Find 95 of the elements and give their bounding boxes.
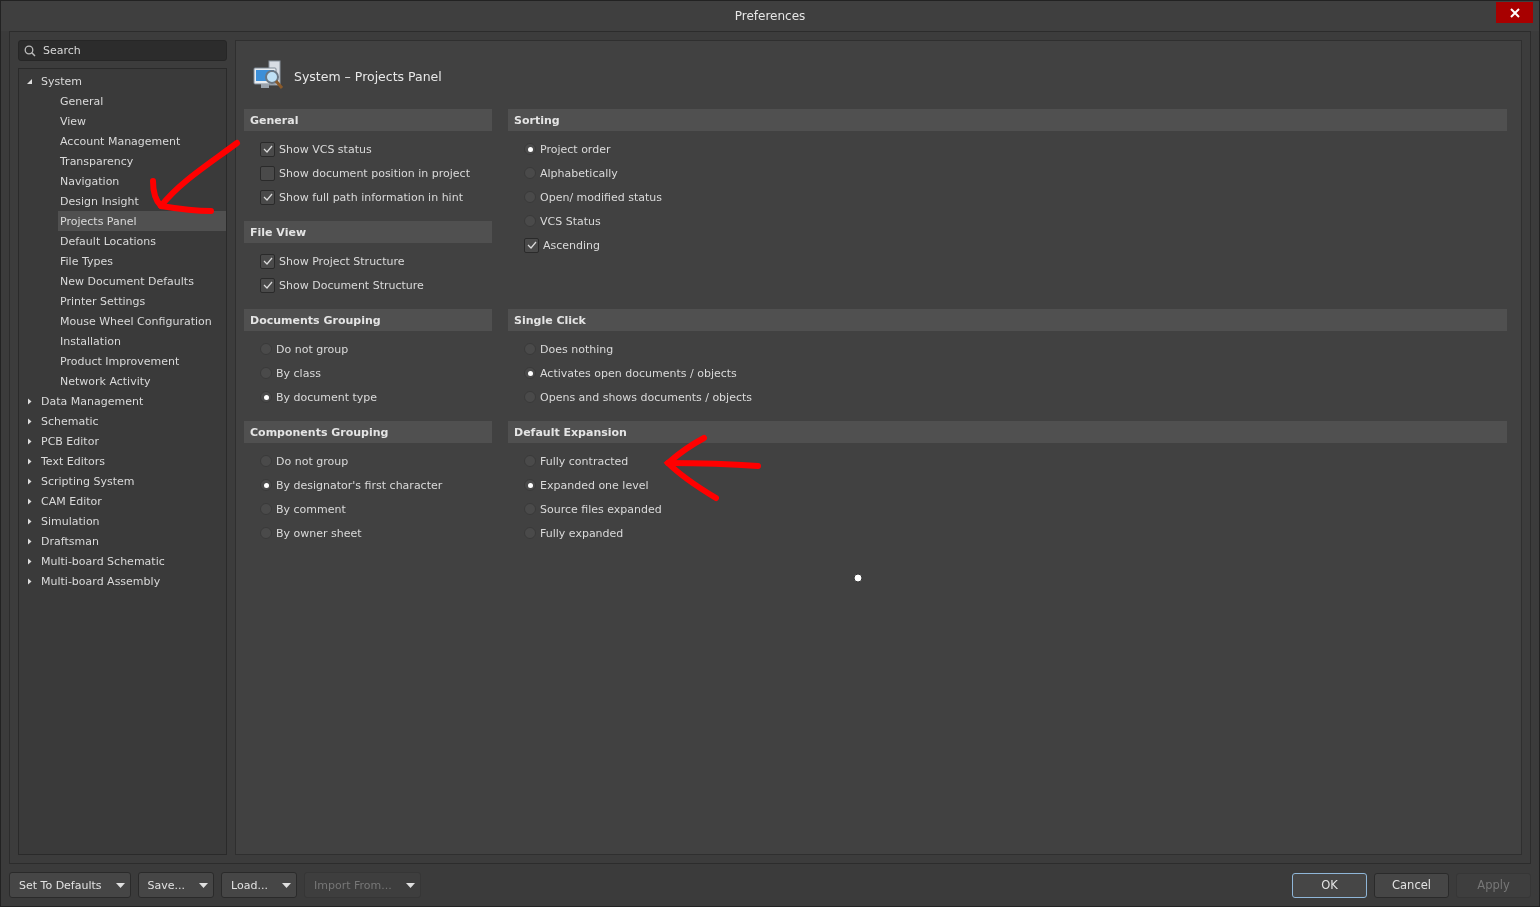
section-header: Default Expansion — [508, 421, 1507, 443]
close-button[interactable] — [1496, 2, 1533, 23]
radio-label[interactable]: Do not group — [276, 454, 349, 468]
tree-item[interactable]: Account Management — [58, 131, 226, 151]
checkbox-label[interactable]: Show document position in project — [279, 166, 470, 180]
radio-button[interactable] — [260, 391, 272, 403]
expand-triangle-icon — [26, 397, 33, 405]
checkbox-label[interactable]: Ascending — [543, 238, 601, 252]
checkbox[interactable] — [260, 277, 275, 293]
tree-item[interactable]: Multi-board Assembly — [19, 571, 226, 591]
radio-button[interactable] — [260, 479, 272, 491]
radio-label[interactable]: VCS Status — [540, 214, 601, 228]
tree-item[interactable]: Text Editors — [19, 451, 226, 471]
radio-label[interactable]: Does nothing — [540, 342, 614, 356]
checkbox-label[interactable]: Show Document Structure — [279, 278, 424, 292]
expand-triangle-icon — [26, 437, 33, 445]
checkbox[interactable] — [260, 253, 275, 269]
radio-label[interactable]: Open/ modified status — [540, 190, 663, 204]
checkbox-label[interactable]: Show full path information in hint — [279, 190, 463, 204]
search-field[interactable]: Search — [18, 40, 227, 61]
tree-item[interactable]: Navigation — [58, 171, 226, 191]
radio-label[interactable]: Project order — [540, 142, 611, 156]
dialog-button[interactable]: Cancel — [1374, 872, 1449, 898]
radio-label[interactable]: Opens and shows documents / objects — [540, 390, 752, 404]
section-header: Documents Grouping — [244, 309, 492, 331]
tree-item[interactable]: CAM Editor — [19, 491, 226, 511]
checkbox-label[interactable]: Show VCS status — [279, 142, 372, 156]
dropdown-caret-icon — [115, 882, 125, 888]
tree-item[interactable]: Mouse Wheel Configuration — [58, 311, 226, 331]
tree-item[interactable]: PCB Editor — [19, 431, 226, 451]
expand-triangle-icon — [26, 477, 33, 485]
checkbox[interactable] — [260, 189, 275, 205]
radio-button[interactable] — [524, 143, 536, 155]
expand-triangle-icon — [26, 577, 33, 585]
tree-item[interactable]: View — [58, 111, 226, 131]
expand-triangle-icon — [26, 517, 33, 525]
expand-triangle-icon — [26, 497, 33, 505]
dialog-button[interactable]: OK — [1292, 872, 1367, 898]
checkbox[interactable] — [524, 237, 539, 253]
tree-item[interactable]: Multi-board Schematic — [19, 551, 226, 571]
tree-item[interactable]: Installation — [58, 331, 226, 351]
section-header: Components Grouping — [244, 421, 492, 443]
checkbox-label[interactable]: Show Project Structure — [279, 254, 405, 268]
dropdown-caret-icon — [199, 882, 209, 888]
tree-item[interactable]: Simulation — [19, 511, 226, 531]
radio-label[interactable]: By class — [276, 366, 321, 380]
radio-label[interactable]: Source files expanded — [540, 502, 662, 516]
tree-item[interactable]: Network Activity — [58, 371, 226, 391]
section-header: General — [244, 109, 492, 131]
expand-triangle-icon — [26, 537, 33, 545]
tree-item[interactable]: File Types — [58, 251, 226, 271]
collapse-triangle-icon — [26, 77, 33, 85]
radio-label[interactable]: By designator's first character — [276, 478, 443, 492]
split-button[interactable]: Set To Defaults — [9, 872, 131, 898]
section-header: Single Click — [508, 309, 1507, 331]
tree-item[interactable]: Projects Panel — [58, 211, 226, 231]
radio-label[interactable]: By owner sheet — [276, 526, 362, 540]
expand-triangle-icon — [26, 417, 33, 425]
tree-item[interactable]: Data Management — [19, 391, 226, 411]
tree-item[interactable]: Product Improvement — [58, 351, 226, 371]
tree-item[interactable]: General — [58, 91, 226, 111]
dropdown-caret-icon — [405, 882, 415, 888]
tree-item[interactable]: Default Locations — [58, 231, 226, 251]
tree-item[interactable]: Transparency — [58, 151, 226, 171]
cursor-dot — [853, 573, 863, 583]
radio-label[interactable]: By document type — [276, 390, 378, 404]
radio-label[interactable]: Expanded one level — [540, 478, 649, 492]
page-title: System – Projects Panel — [294, 68, 442, 84]
tree-item[interactable]: Schematic — [19, 411, 226, 431]
tree-item[interactable]: Design Insight — [58, 191, 226, 211]
checkbox[interactable] — [260, 141, 275, 157]
tree-item[interactable]: Printer Settings — [58, 291, 226, 311]
split-button[interactable]: Save... — [137, 872, 215, 898]
radio-label[interactable]: Alphabetically — [540, 166, 618, 180]
expand-triangle-icon — [26, 457, 33, 465]
search-icon — [24, 45, 36, 57]
tree-item[interactable]: New Document Defaults — [58, 271, 226, 291]
checkbox[interactable] — [260, 165, 275, 181]
tree-item[interactable]: Draftsman — [19, 531, 226, 551]
radio-label[interactable]: Do not group — [276, 342, 349, 356]
radio-button[interactable] — [524, 367, 536, 379]
radio-label[interactable]: By comment — [276, 502, 346, 516]
expand-triangle-icon — [26, 557, 33, 565]
split-button[interactable]: Load... — [221, 872, 297, 898]
radio-button[interactable] — [524, 479, 536, 491]
section-header: Sorting — [508, 109, 1507, 131]
close-icon — [1509, 7, 1520, 18]
radio-label[interactable]: Fully expanded — [540, 526, 624, 540]
dropdown-caret-icon — [281, 882, 291, 888]
tree-item[interactable]: Scripting System — [19, 471, 226, 491]
tree-item[interactable]: System — [19, 71, 226, 91]
radio-label[interactable]: Fully contracted — [540, 454, 629, 468]
radio-label[interactable]: Activates open documents / objects — [540, 366, 737, 380]
window-title: Preferences — [734, 9, 806, 23]
section-header: File View — [244, 221, 492, 243]
